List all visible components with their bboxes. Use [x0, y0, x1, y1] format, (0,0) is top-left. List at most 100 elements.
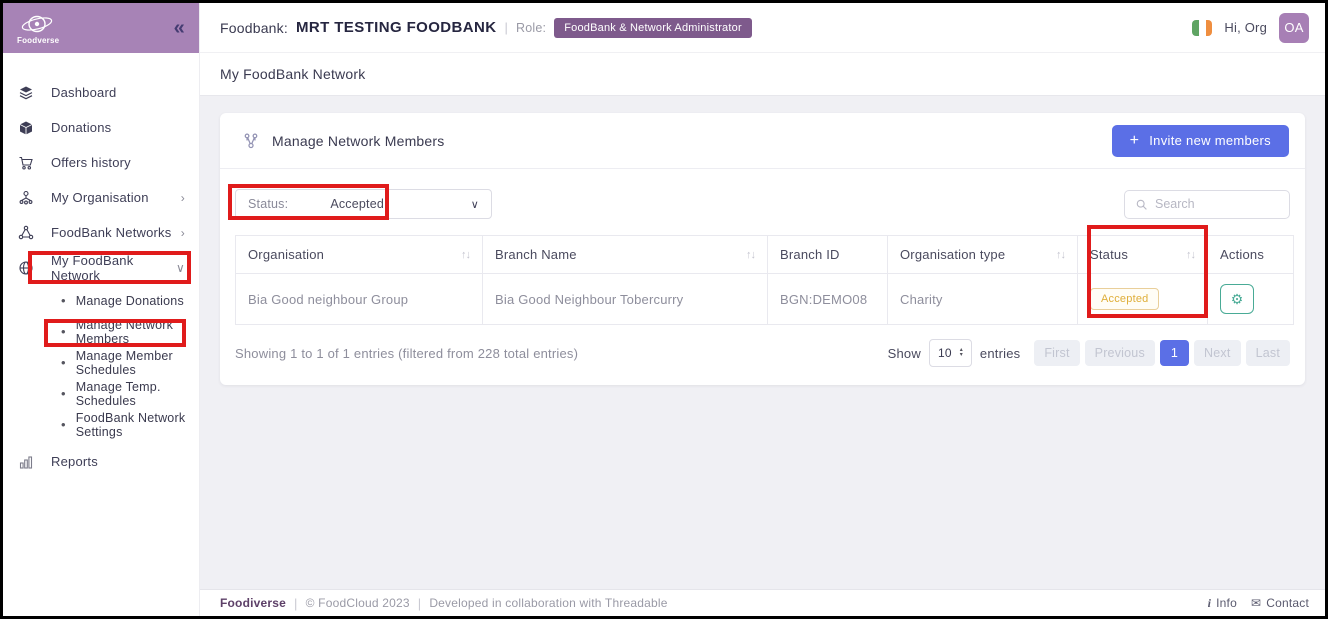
pagination-first-button[interactable]: First [1034, 340, 1079, 366]
table-row: Bia Good neighbour Group Bia Good Neighb… [236, 274, 1294, 325]
sidebar-subitem-label: Manage Donations [76, 294, 184, 308]
sidebar-subitem-label: Manage Network Members [76, 318, 199, 346]
sidebar-collapse-icon[interactable]: « [174, 18, 185, 38]
invite-new-members-button[interactable]: + Invite new members [1112, 125, 1289, 157]
sidebar-subitem-manage-member-schedules[interactable]: • Manage Member Schedules [3, 347, 199, 378]
pagination-next-button[interactable]: Next [1194, 340, 1241, 366]
sidebar-item-my-foodbank-network[interactable]: My FoodBank Network ∨ [3, 250, 199, 285]
sidebar-item-label: Dashboard [51, 85, 185, 100]
network-icon [17, 224, 35, 242]
sidebar-header: Foodverse « [3, 3, 199, 53]
column-header-actions: Actions [1208, 236, 1294, 274]
sidebar-subitem-manage-temp-schedules[interactable]: • Manage Temp. Schedules [3, 378, 199, 409]
stepper-icon: ▴ ▾ [960, 348, 963, 358]
network-members-icon [242, 132, 260, 150]
plus-icon: + [1130, 133, 1140, 149]
separator: | [294, 596, 298, 611]
footer-links: i Info ✉ Contact [1208, 596, 1309, 611]
sidebar-item-label: My Organisation [51, 190, 181, 205]
user-greeting: Hi, Org [1224, 20, 1267, 35]
column-header-organisation-type[interactable]: Organisation type ↑↓ [888, 236, 1078, 274]
sort-icon[interactable]: ↑↓ [461, 249, 470, 261]
flag-white-stripe [1199, 20, 1206, 36]
foodbank-name: MRT TESTING FOODBANK [296, 19, 497, 36]
foodbank-info: Foodbank: MRT TESTING FOODBANK | Role: F… [220, 18, 752, 38]
column-label: Actions [1220, 247, 1264, 262]
sidebar-item-donations[interactable]: Donations [3, 110, 199, 145]
page-size-value: 10 [938, 346, 952, 360]
page-title: My FoodBank Network [200, 53, 1325, 96]
info-label: Info [1216, 596, 1237, 610]
status-filter-select[interactable]: Status: Accepted ∨ [235, 189, 492, 219]
contact-link[interactable]: ✉ Contact [1251, 596, 1309, 610]
column-label: Organisation [248, 247, 324, 262]
ireland-flag-icon[interactable] [1192, 20, 1212, 36]
role-label: Role: [516, 21, 546, 35]
foodiverse-logo: Foodverse [17, 12, 59, 45]
search-icon [1135, 198, 1148, 211]
app-window: Foodverse « Dashboard Donations [0, 0, 1328, 619]
bullet-icon: • [61, 417, 66, 432]
info-link[interactable]: i Info [1208, 596, 1237, 611]
page-size-select[interactable]: 10 ▴ ▾ [929, 339, 972, 367]
card-title: Manage Network Members [272, 133, 444, 149]
entries-summary: Showing 1 to 1 of 1 entries (filtered fr… [235, 346, 578, 361]
sidebar-nav: Dashboard Donations Offers history My Or… [3, 53, 199, 479]
pagination-last-button[interactable]: Last [1246, 340, 1290, 366]
filter-row: Status: Accepted ∨ [220, 169, 1305, 235]
card-title-wrap: Manage Network Members [242, 132, 444, 150]
sort-icon[interactable]: ↑↓ [1186, 249, 1195, 261]
column-label: Branch ID [780, 247, 840, 262]
search-input[interactable] [1155, 197, 1279, 211]
pagination-previous-button[interactable]: Previous [1085, 340, 1155, 366]
cell-status: Accepted [1078, 274, 1208, 325]
chevron-down-icon: ∨ [471, 198, 479, 211]
avatar[interactable]: OA [1279, 13, 1309, 43]
row-settings-button[interactable]: ⚙ [1220, 284, 1254, 314]
sidebar-subitem-foodbank-network-settings[interactable]: • FoodBank Network Settings [3, 409, 199, 440]
flag-orange-stripe [1206, 20, 1213, 36]
column-header-branch-name[interactable]: Branch Name ↑↓ [483, 236, 768, 274]
sidebar-item-my-organisation[interactable]: My Organisation › [3, 180, 199, 215]
members-table: Organisation ↑↓ Branch Name ↑↓ Branch ID O… [235, 235, 1294, 325]
app-footer: Foodiverse | © FoodCloud 2023 | Develope… [200, 589, 1325, 616]
column-label: Branch Name [495, 247, 577, 262]
column-label: Organisation type [900, 247, 1005, 262]
sidebar-item-foodbank-networks[interactable]: FoodBank Networks › [3, 215, 199, 250]
flag-green-stripe [1192, 20, 1199, 36]
footer-credits: Foodiverse | © FoodCloud 2023 | Develope… [220, 596, 668, 611]
role-badge: FoodBank & Network Administrator [554, 18, 752, 38]
sidebar-item-offers-history[interactable]: Offers history [3, 145, 199, 180]
chevron-right-icon: › [181, 226, 185, 240]
stepper-down-icon: ▾ [960, 353, 963, 358]
separator: | [418, 596, 422, 611]
entries-label: entries [980, 346, 1020, 361]
status-filter-value: Accepted [330, 197, 470, 211]
sidebar-subitem-manage-donations[interactable]: • Manage Donations [3, 285, 199, 316]
sidebar-item-dashboard[interactable]: Dashboard [3, 75, 199, 110]
sidebar-subitem-manage-network-members[interactable]: • Manage Network Members [3, 316, 199, 347]
separator: | [504, 20, 508, 35]
main-area: Foodbank: MRT TESTING FOODBANK | Role: F… [200, 3, 1325, 616]
footer-brand: Foodiverse [220, 596, 286, 610]
column-header-branch-id[interactable]: Branch ID [768, 236, 888, 274]
card-header: Manage Network Members + Invite new memb… [220, 113, 1305, 169]
cell-actions: ⚙ [1208, 274, 1294, 325]
bullet-icon: • [61, 355, 66, 370]
user-menu: Hi, Org OA [1192, 13, 1309, 43]
planet-logo-icon [17, 12, 57, 38]
cell-organisation-type: Charity [888, 274, 1078, 325]
bullet-icon: • [61, 293, 66, 308]
column-header-organisation[interactable]: Organisation ↑↓ [236, 236, 483, 274]
column-label: Status [1090, 247, 1128, 262]
sidebar-item-label: My FoodBank Network [51, 253, 176, 283]
info-icon: i [1208, 596, 1212, 611]
network-members-card: Manage Network Members + Invite new memb… [220, 113, 1305, 385]
pagination-page-1-button[interactable]: 1 [1160, 340, 1189, 366]
content-area: Manage Network Members + Invite new memb… [200, 96, 1325, 589]
bullet-icon: • [61, 324, 66, 339]
sidebar-item-reports[interactable]: Reports [3, 444, 199, 479]
sort-icon[interactable]: ↑↓ [1056, 249, 1065, 261]
sort-icon[interactable]: ↑↓ [746, 249, 755, 261]
column-header-status[interactable]: Status ↑↓ [1078, 236, 1208, 274]
